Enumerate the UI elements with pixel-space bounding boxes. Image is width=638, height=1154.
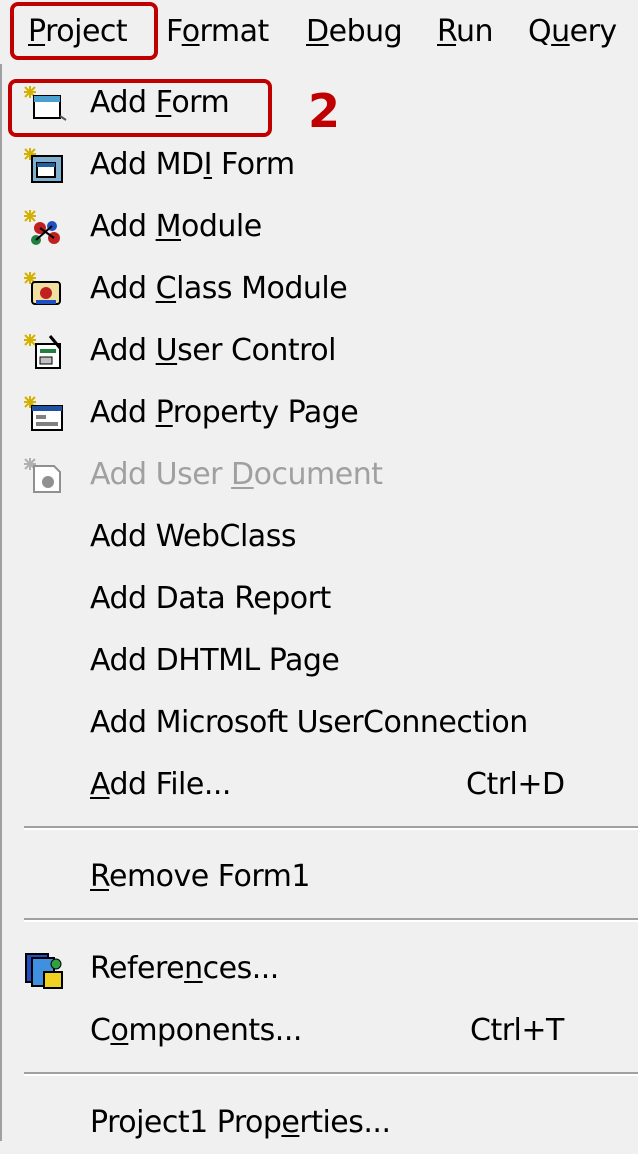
menu-item-add-mdi-form[interactable]: Add MDI Form <box>2 134 638 196</box>
add-user-control-icon <box>20 332 68 372</box>
menu-item-add-class-module[interactable]: Add Class Module <box>2 258 638 320</box>
menu-item-add-dhtml-page[interactable]: Add DHTML Page <box>2 630 638 692</box>
menu-separator <box>24 826 638 830</box>
add-user-document-icon <box>20 456 68 496</box>
menu-item-add-module[interactable]: Add Module <box>2 196 638 258</box>
add-module-icon <box>20 208 68 248</box>
menu-item-add-data-report[interactable]: Add Data Report <box>2 568 638 630</box>
add-property-page-icon <box>20 394 68 434</box>
shortcut-ctrl-d: Ctrl+D <box>466 767 565 802</box>
menu-item-add-property-page[interactable]: Add Property Page <box>2 382 638 444</box>
references-icon <box>20 950 68 990</box>
menu-separator <box>24 918 638 922</box>
menu-item-remove-form1[interactable]: Remove Form1 <box>2 846 638 908</box>
menu-item-add-user-document: Add User Document <box>2 444 638 506</box>
add-mdi-form-icon <box>20 146 68 186</box>
step-number-label: 2 <box>308 84 341 138</box>
project-dropdown-menu: Add Form Add MDI Form Add Module Add Cla… <box>0 64 638 1141</box>
menu-query[interactable]: Query <box>528 0 617 62</box>
shortcut-ctrl-t: Ctrl+T <box>470 1013 564 1048</box>
highlight-add-form <box>8 79 272 137</box>
menu-item-references[interactable]: References... <box>2 938 638 1000</box>
menu-run[interactable]: Run <box>437 0 494 62</box>
menu-debug[interactable]: Debug <box>306 0 403 62</box>
menu-item-components[interactable]: Components... Ctrl+T <box>2 1000 638 1062</box>
menu-format[interactable]: Format <box>166 0 269 62</box>
menu-item-add-webclass[interactable]: Add WebClass <box>2 506 638 568</box>
menu-item-project1-properties[interactable]: Project1 Properties... <box>2 1092 638 1154</box>
menu-item-add-user-control[interactable]: Add User Control <box>2 320 638 382</box>
menu-item-add-file[interactable]: Add File... Ctrl+D <box>2 754 638 816</box>
highlight-project-menu <box>10 2 158 60</box>
menu-separator <box>24 1072 638 1076</box>
add-class-module-icon <box>20 270 68 310</box>
menu-item-add-microsoft-userconnection[interactable]: Add Microsoft UserConnection <box>2 692 638 754</box>
